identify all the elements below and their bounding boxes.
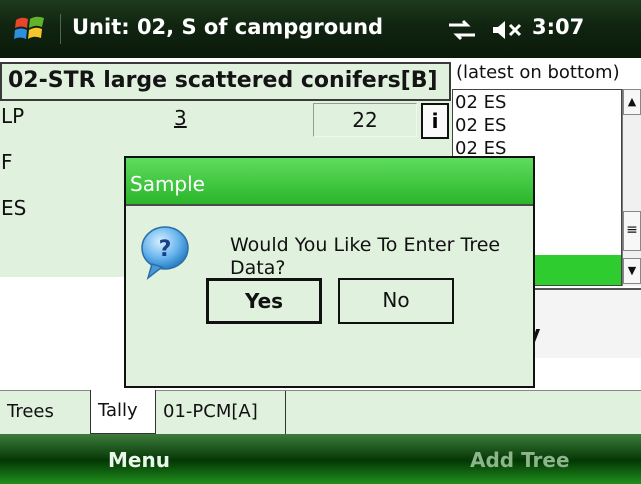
- connectivity-icon[interactable]: [445, 18, 479, 42]
- tab-trees[interactable]: Trees: [0, 391, 90, 434]
- species-label: LP: [1, 104, 25, 128]
- scroll-thumb[interactable]: ≡: [623, 211, 641, 251]
- species-label: ES: [1, 196, 27, 220]
- tally-row-lp: LP 3 22 i: [0, 101, 452, 141]
- dialog-message: Would You Like To Enter Tree Data?: [230, 234, 501, 279]
- title-separator: [60, 14, 61, 44]
- tab-bar: Trees Tally 01-PCM[A]: [0, 390, 641, 434]
- list-item[interactable]: 02 ES: [455, 115, 506, 136]
- speaker-muted-icon[interactable]: [491, 18, 525, 42]
- plot-count-field[interactable]: 22: [313, 103, 417, 137]
- tab-tally[interactable]: Tally: [90, 390, 156, 434]
- tree-count-link[interactable]: 3: [174, 106, 187, 130]
- scroll-up-icon[interactable]: ▲: [623, 89, 641, 115]
- info-button[interactable]: i: [421, 103, 449, 139]
- log-header: (latest on bottom): [456, 62, 620, 83]
- menu-softkey[interactable]: Menu: [108, 448, 170, 472]
- soft-key-bar: Menu Add Tree: [0, 434, 641, 484]
- clock[interactable]: 3:07: [532, 15, 584, 39]
- species-label: F: [1, 150, 13, 174]
- log-scrollbar[interactable]: ▲ ≡ ▼: [622, 89, 641, 286]
- svg-text:?: ?: [159, 237, 172, 262]
- sample-dialog: Sample ? Would You Like To Enter Tree Da…: [124, 156, 535, 388]
- list-item[interactable]: 02 ES: [455, 92, 506, 113]
- no-button[interactable]: No: [338, 278, 454, 324]
- stratum-selector[interactable]: 02-STR large scattered conifers[B]: [0, 62, 451, 101]
- yes-button[interactable]: Yes: [206, 278, 322, 324]
- window-title: Unit: 02, S of campground: [72, 15, 384, 39]
- scroll-down-icon[interactable]: ▼: [623, 258, 641, 284]
- add-tree-softkey[interactable]: Add Tree: [470, 448, 570, 472]
- title-bar: Unit: 02, S of campground 3:07: [0, 0, 641, 58]
- windows-start-icon[interactable]: [14, 14, 46, 44]
- dialog-title: Sample: [126, 158, 533, 206]
- tab-01-pcm[interactable]: 01-PCM[A]: [156, 391, 286, 434]
- question-icon: ?: [141, 226, 189, 280]
